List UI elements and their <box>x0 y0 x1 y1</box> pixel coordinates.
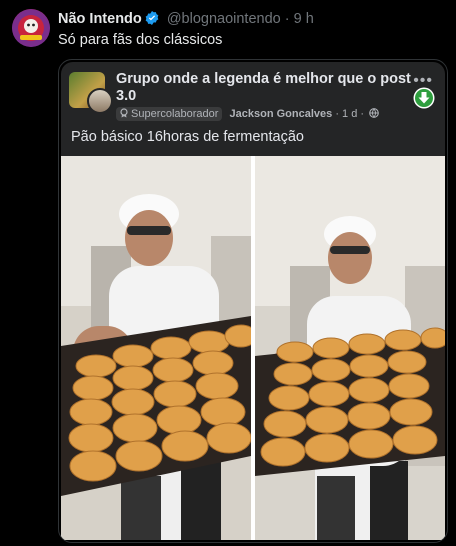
baker-photo-right <box>255 156 445 540</box>
quoted-image[interactable]: Grupo onde a legenda é melhor que o post… <box>58 59 448 543</box>
meta-separator: · <box>335 108 339 120</box>
facebook-post-screenshot: Grupo onde a legenda é melhor que o post… <box>61 62 445 540</box>
user-handle[interactable]: @blognaointendo <box>167 11 281 27</box>
verified-badge-icon <box>145 11 159 25</box>
profile-avatar[interactable] <box>12 9 50 47</box>
post-time: 1 d <box>342 108 358 120</box>
meta-separator-2: · <box>360 108 365 120</box>
post-photos <box>61 156 445 540</box>
post-author: Jackson Goncalves <box>229 108 333 120</box>
baker-photo-left <box>61 156 251 540</box>
supercolaborador-badge-icon <box>120 108 128 118</box>
supercolaborador-badge: Supercolaborador <box>116 107 223 121</box>
header-separator: · <box>284 11 290 27</box>
tweet-timestamp[interactable]: 9 h <box>294 11 314 27</box>
download-icon <box>413 87 435 109</box>
post-caption: Pão básico 16horas de fermentação <box>71 129 304 145</box>
member-avatar <box>87 88 113 114</box>
tweet[interactable]: Não Intendo @blognaointendo · 9 h Só par… <box>0 0 456 546</box>
display-name[interactable]: Não Intendo <box>58 11 142 27</box>
post-meta: Supercolaborador Jackson Goncalves · 1 d… <box>116 107 379 121</box>
tweet-text: Só para fãs dos clássicos <box>58 32 223 48</box>
group-title: Grupo onde a legenda é melhor que o post… <box>116 71 411 104</box>
tweet-header: Não Intendo @blognaointendo · 9 h <box>58 10 314 28</box>
badge-label: Supercolaborador <box>131 108 219 120</box>
globe-icon <box>369 108 379 118</box>
